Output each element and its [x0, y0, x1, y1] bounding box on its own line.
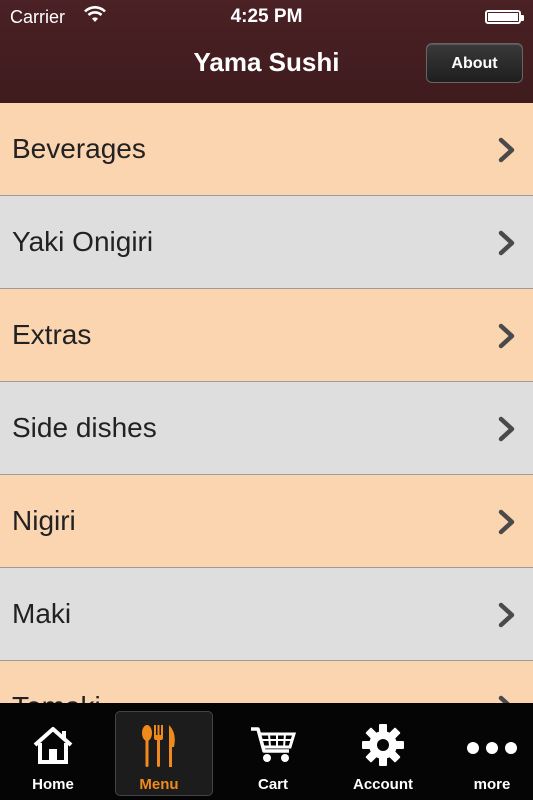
chevron-right-icon [498, 602, 515, 628]
cart-icon [251, 727, 297, 762]
menu-item-label: Extras [12, 319, 92, 350]
chevron-right-icon [498, 695, 510, 703]
menu-list: Beverages Yaki Onigiri Extras Side dishe… [0, 103, 533, 703]
menu-item-label: Temaki [12, 661, 101, 703]
menu-item-side-dishes[interactable]: Side dishes [0, 382, 533, 475]
menu-item-nigiri[interactable]: Nigiri [0, 475, 533, 568]
about-button[interactable]: About [426, 43, 523, 83]
tab-label: Menu [139, 776, 179, 793]
menu-item-label: Nigiri [12, 505, 76, 536]
cutlery-icon [142, 725, 175, 767]
status-bar: Carrier 4:25 PM [0, 0, 533, 34]
tab-label: Home [32, 776, 74, 793]
app-header: Carrier 4:25 PM Yama Sushi About [0, 0, 533, 103]
chevron-right-icon [498, 230, 515, 256]
menu-item-label: Maki [12, 598, 72, 629]
chevron-right-icon [498, 137, 515, 163]
status-time: 4:25 PM [230, 6, 303, 27]
tab-more[interactable]: more [439, 703, 533, 800]
menu-item-beverages[interactable]: Beverages [0, 103, 533, 196]
tab-cart[interactable]: Cart [220, 703, 326, 800]
menu-item-label: Beverages [12, 133, 146, 164]
menu-item-label: Yaki Onigiri [12, 226, 154, 257]
chevron-right-icon [498, 509, 515, 535]
tab-bar: Home Menu Cart Account more [0, 703, 533, 800]
tab-label: Cart [257, 776, 288, 793]
menu-item-maki[interactable]: Maki [0, 568, 533, 661]
menu-item-extras[interactable]: Extras [0, 289, 533, 382]
tab-label: Account [353, 776, 413, 793]
home-icon [33, 727, 73, 764]
menu-item-label: Side dishes [12, 412, 157, 443]
gear-icon [362, 724, 404, 766]
more-icon [467, 742, 517, 754]
tab-label: more [473, 776, 511, 793]
chevron-right-icon [498, 323, 515, 349]
menu-item-yaki-onigiri[interactable]: Yaki Onigiri [0, 196, 533, 289]
tab-account[interactable]: Account [330, 703, 436, 800]
tab-home[interactable]: Home [0, 703, 106, 800]
chevron-right-icon [498, 416, 515, 442]
tab-menu[interactable]: Menu [106, 703, 213, 800]
menu-item-temaki[interactable]: Temaki [0, 661, 533, 703]
battery-icon [485, 10, 524, 24]
